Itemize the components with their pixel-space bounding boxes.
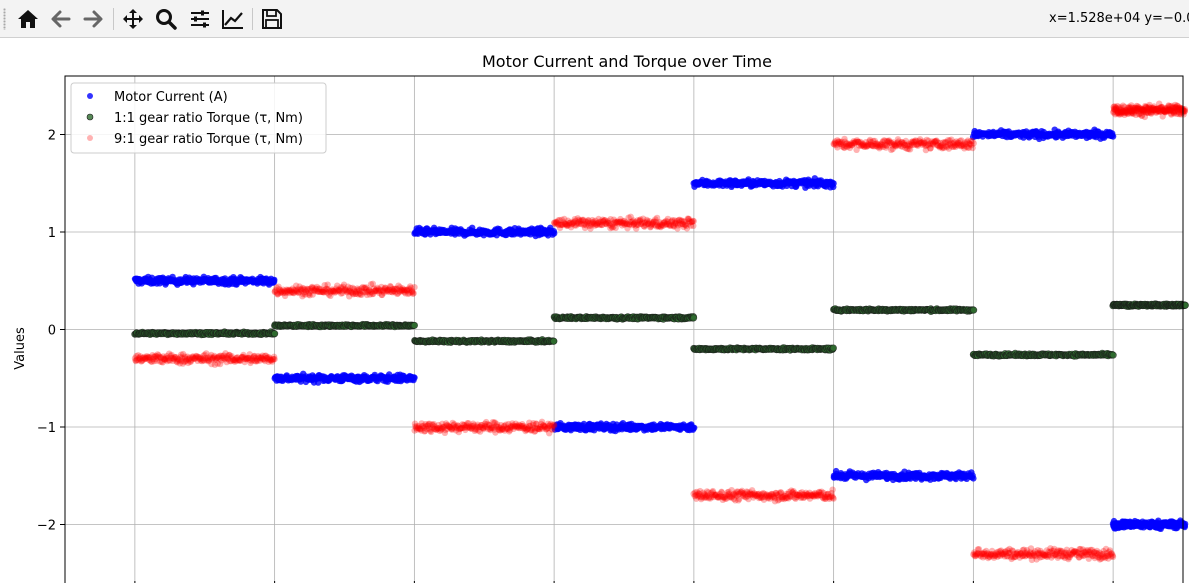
- data-point: [271, 276, 278, 284]
- back-icon[interactable]: [49, 7, 73, 31]
- toolbar-separator: [252, 8, 253, 30]
- data-point: [690, 217, 697, 225]
- data-point: [550, 337, 558, 345]
- chart-canvas: −2−1012Motor Current and Torque over Tim…: [13, 52, 1189, 583]
- zoom-icon[interactable]: [154, 7, 178, 31]
- toolbar-separator: [113, 8, 114, 30]
- data-point: [970, 475, 977, 482]
- data-point: [830, 180, 837, 187]
- toolbar: x=1.528e+04 y=−0.03: [0, 0, 1189, 38]
- data-point: [271, 355, 278, 363]
- data-point: [970, 306, 978, 314]
- pan-icon[interactable]: [121, 7, 145, 31]
- data-point: [829, 344, 837, 352]
- plot-area[interactable]: −2 −1 0 1 2 Motor Current and Torque over Tim…: [0, 38, 1189, 583]
- data-point: [551, 422, 558, 429]
- save-icon[interactable]: [260, 7, 284, 31]
- data-point: [551, 230, 558, 237]
- data-point: [1109, 351, 1117, 359]
- data-point: [271, 330, 279, 338]
- edit-axis-icon[interactable]: [221, 7, 245, 31]
- cursor-coordinates: x=1.528e+04 y=−0.03: [1049, 11, 1189, 26]
- data-point: [690, 314, 698, 322]
- data-point: [411, 374, 418, 381]
- series-points-2: [131, 100, 1189, 564]
- data-point: [1109, 133, 1117, 140]
- home-icon[interactable]: [16, 7, 40, 31]
- series-points-1: [131, 300, 1189, 360]
- subplots-icon[interactable]: [188, 7, 212, 31]
- data-point: [691, 424, 698, 431]
- data-point: [410, 321, 418, 329]
- forward-icon[interactable]: [81, 7, 105, 31]
- toolbar-grip: [3, 8, 6, 30]
- data-point: [411, 284, 418, 291]
- data-point: [410, 290, 417, 297]
